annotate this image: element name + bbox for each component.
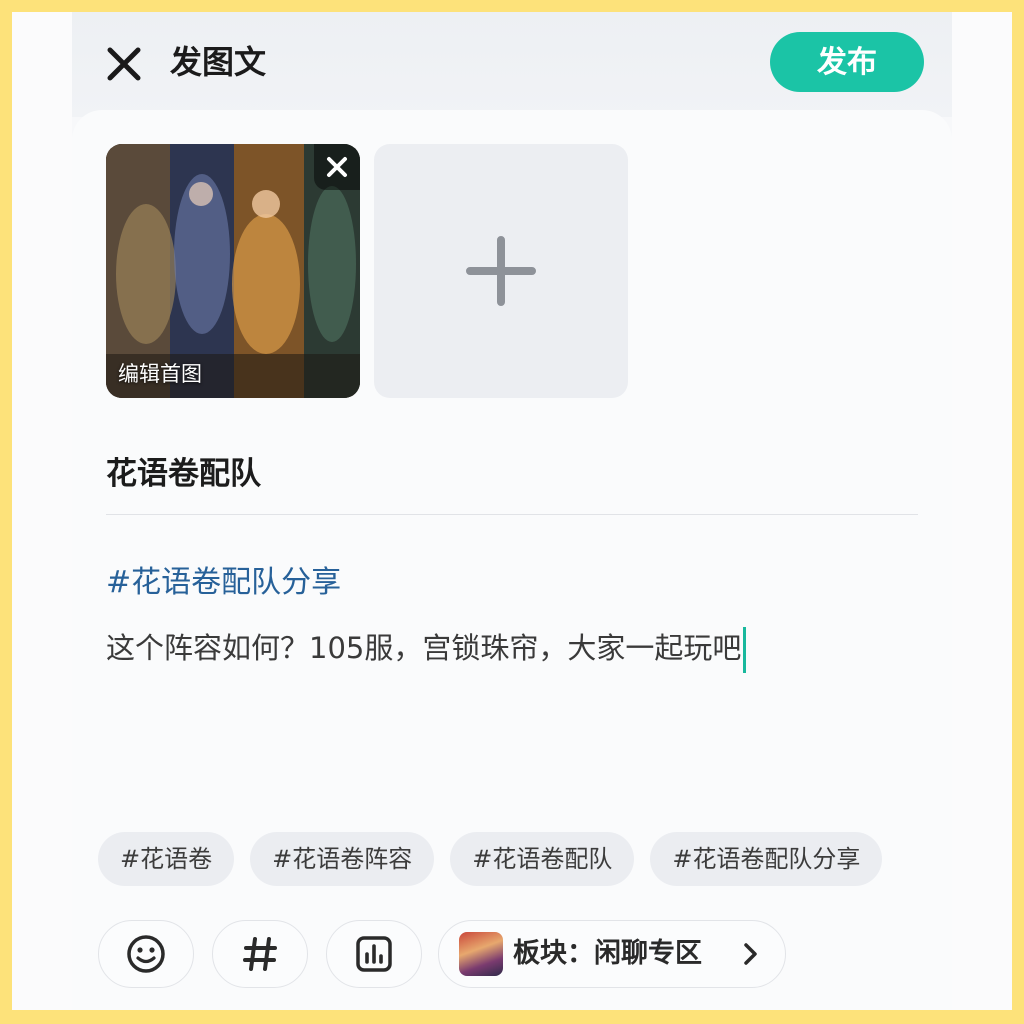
- post-body-text: 这个阵容如何？105服，宫锁珠帘，大家一起玩吧: [106, 631, 742, 665]
- close-button[interactable]: [102, 42, 146, 86]
- bottom-toolbar: 板块：闲聊专区: [98, 920, 952, 988]
- plus-icon: [466, 236, 536, 306]
- emoji-button[interactable]: [98, 920, 194, 988]
- chevron-right-icon: [744, 943, 757, 965]
- suggested-tag[interactable]: #花语卷配队分享: [650, 832, 883, 886]
- chart-icon: [356, 936, 392, 972]
- hashtag-button[interactable]: [212, 920, 308, 988]
- image-thumbnail[interactable]: 编辑首图: [106, 144, 360, 398]
- top-bar: 发图文 发布: [72, 12, 952, 117]
- suggested-tag[interactable]: #花语卷: [98, 832, 235, 886]
- close-icon: [107, 47, 141, 81]
- edit-cover-label[interactable]: 编辑首图: [118, 358, 202, 388]
- post-title-input[interactable]: 花语卷配队: [106, 448, 261, 493]
- add-image-button[interactable]: [374, 144, 628, 398]
- emoji-icon: [127, 935, 165, 973]
- board-avatar: [459, 932, 503, 976]
- divider: [106, 514, 918, 515]
- poll-button[interactable]: [326, 920, 422, 988]
- suggested-tags: #花语卷 #花语卷阵容 #花语卷配队 #花语卷配队分享: [98, 832, 952, 886]
- app-screen: 发图文 发布 编辑首图 花语卷配队 #花语卷配队分享 这个阵容如何？105服，宫…: [72, 12, 952, 1010]
- hashtag-icon: [243, 937, 277, 971]
- suggested-tag[interactable]: #花语卷阵容: [250, 832, 435, 886]
- board-selector[interactable]: 板块：闲聊专区: [438, 920, 786, 988]
- suggested-tag[interactable]: #花语卷配队: [450, 832, 635, 886]
- post-hashtag[interactable]: #花语卷配队分享: [106, 557, 341, 601]
- close-icon: [327, 157, 347, 177]
- page-title: 发图文: [170, 43, 267, 81]
- text-cursor: [743, 627, 747, 673]
- post-body-input[interactable]: 这个阵容如何？105服，宫锁珠帘，大家一起玩吧: [106, 625, 747, 673]
- publish-button[interactable]: 发布: [770, 32, 924, 92]
- board-label: 板块：闲聊专区: [513, 938, 702, 969]
- remove-image-button[interactable]: [314, 144, 360, 190]
- screenshot-frame: 发图文 发布 编辑首图 花语卷配队 #花语卷配队分享 这个阵容如何？105服，宫…: [12, 12, 1012, 1010]
